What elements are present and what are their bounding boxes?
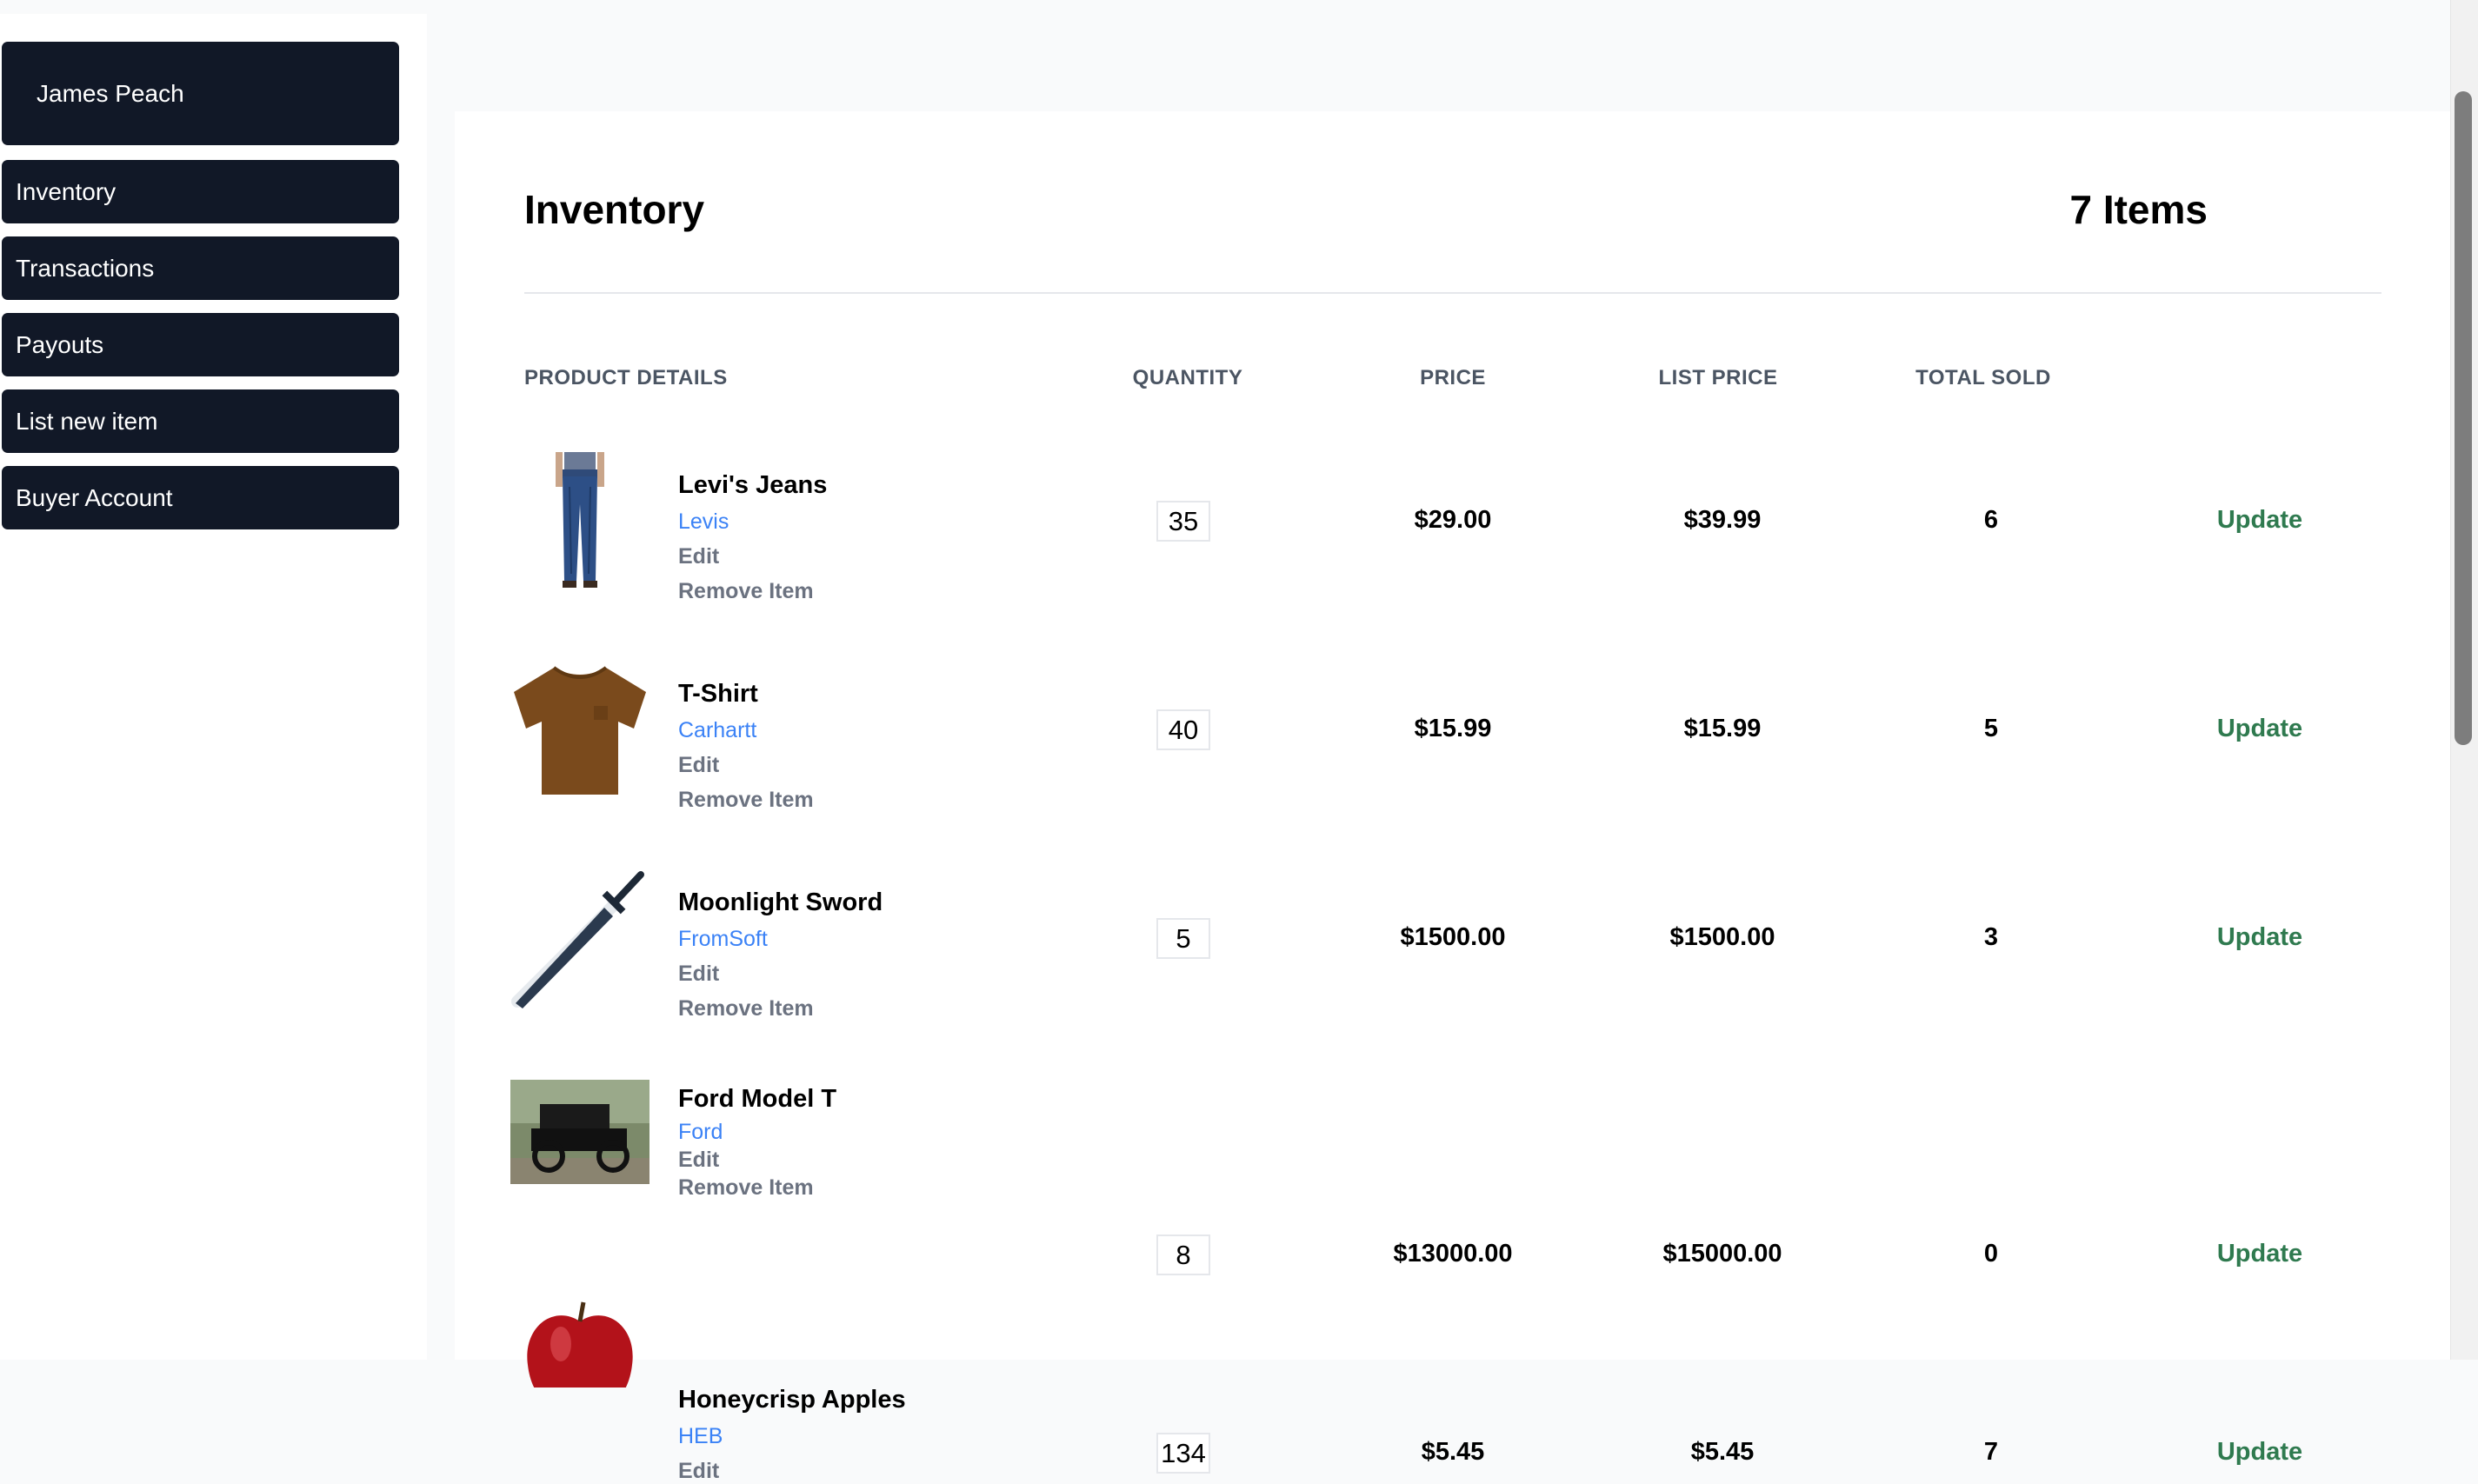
sidebar: James Peach Inventory Transactions Payou… [0, 14, 427, 1360]
edit-link[interactable]: Edit [678, 962, 719, 987]
edit-link[interactable]: Edit [678, 753, 719, 778]
list-price-value: $1500.00 [1669, 923, 1775, 951]
remove-item-link[interactable]: Remove Item [678, 579, 814, 604]
product-brand-link[interactable]: Ford [678, 1120, 723, 1145]
product-brand-link[interactable]: HEB [678, 1424, 723, 1449]
table-row: Levi's Jeans Levis Edit Remove Item $29.… [455, 452, 2455, 626]
update-button[interactable]: Update [2217, 715, 2302, 743]
table-row: Honeycrisp Apples HEB Edit $5.45 $5.45 7… [455, 1276, 2455, 1483]
product-name: Levi's Jeans [678, 471, 828, 499]
total-sold-value: 5 [1983, 715, 1999, 742]
remove-item-link[interactable]: Remove Item [678, 1175, 814, 1201]
product-image-apple [510, 1301, 649, 1388]
quantity-input[interactable] [1156, 918, 1210, 959]
list-price-value: $39.99 [1683, 506, 1762, 534]
update-button[interactable]: Update [2217, 506, 2302, 535]
product-name: Moonlight Sword [678, 888, 883, 916]
quantity-input[interactable] [1156, 709, 1210, 750]
inventory-panel: Inventory 7 Items PRODUCT DETAILS QUANTI… [455, 111, 2455, 1483]
product-brand-link[interactable]: Carhartt [678, 718, 756, 743]
price-value: $1500.00 [1400, 923, 1506, 951]
quantity-input[interactable] [1156, 501, 1210, 542]
page-title: Inventory [524, 187, 705, 232]
quantity-input[interactable] [1156, 1433, 1210, 1474]
update-button[interactable]: Update [2217, 1438, 2302, 1467]
total-sold-value: 7 [1983, 1438, 1999, 1466]
product-image-car [510, 1080, 649, 1184]
column-header-product-details: PRODUCT DETAILS [524, 366, 728, 389]
list-price-value: $15000.00 [1662, 1240, 1782, 1268]
product-image-t-shirt [510, 661, 649, 800]
remove-item-link[interactable]: Remove Item [678, 996, 814, 1021]
price-value: $13000.00 [1393, 1240, 1513, 1268]
table-row: T-Shirt Carhartt Edit Remove Item $15.99… [455, 661, 2455, 835]
sidebar-item-transactions[interactable]: Transactions [2, 236, 399, 300]
remove-item-link[interactable]: Remove Item [678, 788, 814, 813]
product-image-sword [510, 869, 649, 1008]
user-name-card[interactable]: James Peach [2, 42, 399, 145]
product-name: Ford Model T [678, 1085, 837, 1113]
update-button[interactable]: Update [2217, 923, 2302, 952]
column-header-list-price: LIST PRICE [1658, 366, 1778, 389]
total-sold-value: 0 [1983, 1240, 1999, 1268]
item-count: 7 Items [2069, 187, 2208, 232]
column-header-total-sold: TOTAL SOLD [1915, 366, 2051, 389]
edit-link[interactable]: Edit [678, 1459, 719, 1484]
price-value: $5.45 [1421, 1438, 1485, 1466]
list-price-value: $15.99 [1683, 715, 1762, 742]
product-brand-link[interactable]: Levis [678, 509, 729, 535]
product-name: Honeycrisp Apples [678, 1386, 906, 1414]
sidebar-item-payouts[interactable]: Payouts [2, 313, 399, 376]
total-sold-value: 3 [1983, 923, 1999, 951]
table-row: Ford Model T Ford Edit Remove Item $1300… [455, 1080, 2455, 1275]
price-value: $29.00 [1414, 506, 1492, 534]
update-button[interactable]: Update [2217, 1240, 2302, 1268]
sidebar-item-list-new-item[interactable]: List new item [2, 389, 399, 453]
product-image-jeans [510, 452, 649, 591]
product-brand-link[interactable]: FromSoft [678, 927, 768, 952]
column-header-price: PRICE [1420, 366, 1486, 389]
edit-link[interactable]: Edit [678, 1148, 719, 1173]
divider [524, 292, 2381, 294]
list-price-value: $5.45 [1690, 1438, 1755, 1466]
column-header-quantity: QUANTITY [1132, 366, 1243, 389]
total-sold-value: 6 [1983, 506, 1999, 534]
scrollbar-thumb[interactable] [2455, 91, 2472, 745]
table-row: Moonlight Sword FromSoft Edit Remove Ite… [455, 869, 2455, 1043]
sidebar-item-buyer-account[interactable]: Buyer Account [2, 466, 399, 529]
price-value: $15.99 [1414, 715, 1492, 742]
quantity-input[interactable] [1156, 1234, 1210, 1275]
edit-link[interactable]: Edit [678, 544, 719, 569]
product-name: T-Shirt [678, 680, 758, 708]
sidebar-item-inventory[interactable]: Inventory [2, 160, 399, 223]
